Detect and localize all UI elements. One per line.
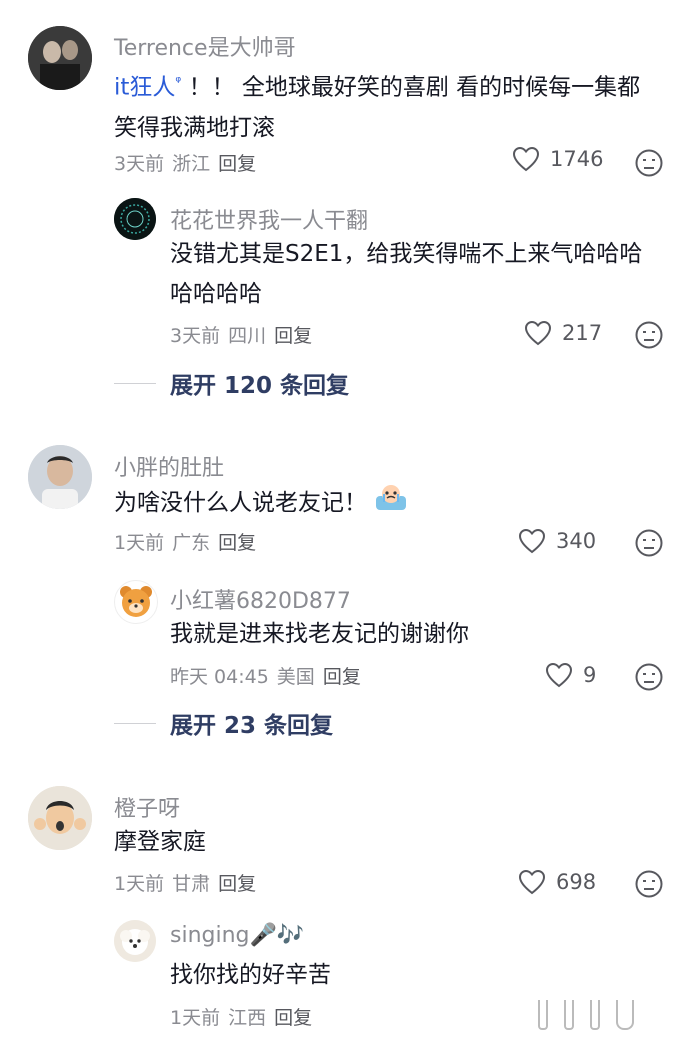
comment-text: it狂人ᵠ ！！ 全地球最好笑的喜剧 看的时候每一集都笑得我满地打滚 (114, 62, 654, 148)
comment-time: 1天前 (114, 532, 165, 554)
expand-replies-label: 展开 23 条回复 (170, 713, 334, 739)
like-button[interactable]: 698 (518, 869, 596, 895)
comment-location: 甘肃 (172, 873, 211, 895)
reply-text: 我就是进来找老友记的谢谢你 (170, 621, 469, 647)
comment-username[interactable]: 橙子呀 (114, 791, 180, 823)
heart-icon (545, 662, 573, 688)
expand-replies-button[interactable]: 展开 23 条回复 (114, 706, 333, 740)
crying-emoji-icon (374, 482, 408, 525)
divider (114, 722, 156, 724)
comment-username[interactable]: Terrence是大帅哥 (114, 30, 296, 62)
reply-location: 江西 (228, 1007, 267, 1029)
heart-icon (512, 146, 540, 172)
like-button[interactable]: 1746 (512, 146, 603, 172)
dislike-icon[interactable] (634, 662, 664, 692)
heart-icon (518, 528, 546, 554)
dislike-icon[interactable] (634, 528, 664, 558)
avatar[interactable] (114, 198, 156, 240)
like-count: 340 (556, 529, 597, 553)
heart-icon (524, 320, 552, 346)
reply-username[interactable]: 小红薯6820D877 (170, 583, 351, 615)
reply-button[interactable]: 回复 (218, 532, 256, 554)
search-icon: ᵠ (175, 74, 182, 90)
reply-button[interactable]: 回复 (323, 666, 361, 688)
topic-link[interactable]: it狂人 (114, 75, 175, 101)
expand-replies-button[interactable]: 展开 120 条回复 (114, 366, 349, 400)
dog-icon (114, 920, 156, 962)
reply-username[interactable]: singing🎤🎶 (170, 923, 304, 948)
like-button[interactable]: 217 (524, 320, 602, 346)
reply-time: 昨天 04:45 (170, 666, 269, 688)
reply-text: 找你找的好辛苦 (170, 962, 331, 988)
comment-text: 摩登家庭 (114, 829, 206, 855)
reply-location: 美国 (276, 666, 315, 688)
like-button[interactable]: 9 (545, 662, 596, 688)
like-count: 1746 (550, 147, 604, 171)
comment-time: 1天前 (114, 873, 165, 895)
comment-meta: 3天前 浙江 回复 (114, 149, 264, 176)
dislike-icon[interactable] (634, 148, 664, 178)
dislike-icon[interactable] (634, 320, 664, 350)
reply-text: 没错尤其是S2E1，给我笑得喘不上来气哈哈哈哈哈哈哈 (170, 241, 643, 307)
comment-text: 为啥没什么人说老友记！ (114, 482, 654, 525)
comment-time: 3天前 (114, 153, 165, 175)
like-count: 9 (583, 663, 597, 687)
reply-button[interactable]: 回复 (218, 873, 256, 895)
divider (114, 382, 156, 384)
reply-button[interactable]: 回复 (218, 153, 256, 175)
comment-meta: 1天前 甘肃 回复 (114, 869, 264, 896)
like-count: 698 (556, 870, 597, 894)
avatar[interactable] (28, 445, 92, 509)
reply-time: 3天前 (170, 325, 221, 347)
like-count: 217 (562, 321, 603, 345)
dislike-icon[interactable] (634, 869, 664, 899)
comment-username[interactable]: 小胖的肚肚 (114, 450, 224, 482)
reply-time: 1天前 (170, 1007, 221, 1029)
comment-meta: 1天前 广东 回复 (114, 528, 264, 555)
scroll-indicator (538, 1000, 634, 1030)
reply-button[interactable]: 回复 (274, 1007, 312, 1029)
reply-username[interactable]: 花花世界我一人干翻 (170, 203, 368, 235)
comment-location: 浙江 (172, 153, 211, 175)
avatar[interactable] (114, 580, 158, 624)
reply-location: 四川 (228, 325, 267, 347)
avatar[interactable] (28, 26, 92, 90)
comment-location: 广东 (172, 532, 211, 554)
avatar[interactable] (114, 920, 156, 962)
expand-replies-label: 展开 120 条回复 (170, 373, 350, 399)
avatar[interactable] (28, 786, 92, 850)
like-button[interactable]: 340 (518, 528, 596, 554)
reply-meta: 昨天 04:45 美国 回复 (170, 662, 369, 689)
comment-body: ！！ 全地球最好笑的喜剧 看的时候每一集都笑得我满地打滚 (114, 74, 641, 141)
bear-icon (120, 586, 152, 617)
reply-meta: 1天前 江西 回复 (170, 1003, 320, 1030)
reply-meta: 3天前 四川 回复 (170, 321, 320, 348)
comment-body: 为啥没什么人说老友记！ (114, 490, 367, 516)
heart-icon (518, 869, 546, 895)
reply-button[interactable]: 回复 (274, 325, 312, 347)
